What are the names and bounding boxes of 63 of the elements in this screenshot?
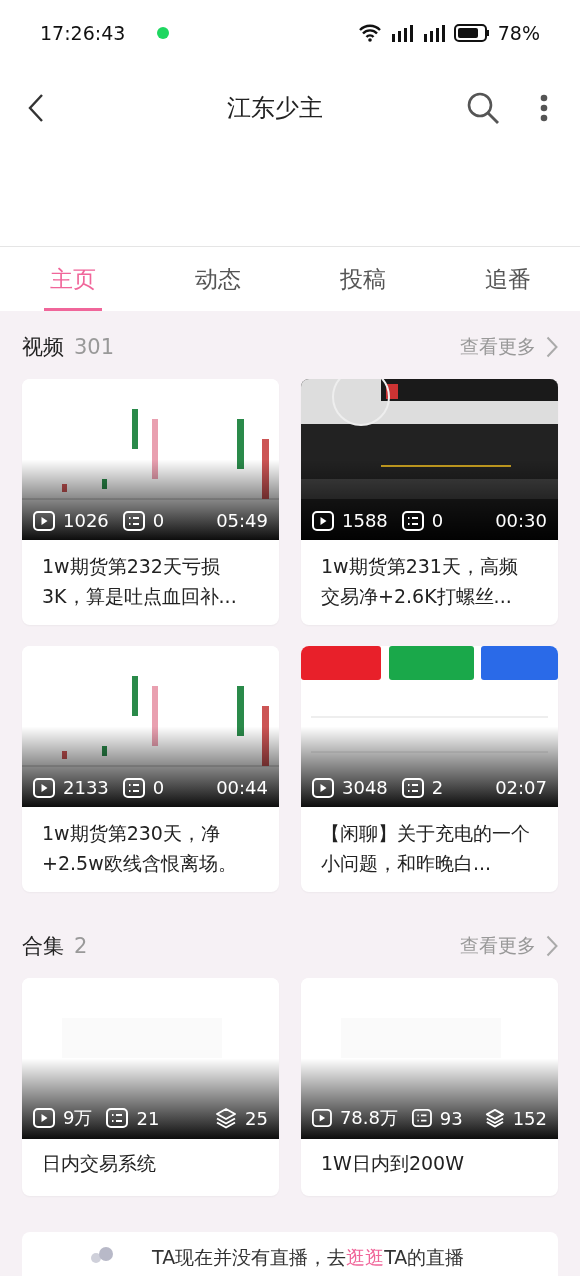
tab[interactable]: 投稿: [290, 247, 435, 311]
view-count: 9万: [63, 1106, 93, 1130]
search-icon[interactable]: [466, 90, 500, 125]
video-title: 1w期货第232天亏损3K，算是吐点血回补...: [41, 554, 238, 609]
comment-count: 93: [439, 1107, 463, 1129]
battery-icon: [453, 23, 490, 42]
video-card[interactable]: 78.8万 93 152 1W日内到200W: [301, 978, 558, 1196]
comment-icon: [122, 510, 145, 531]
video-duration: 00:44: [216, 777, 268, 798]
video-card[interactable]: 3048 2 02:07 【闲聊】关于充电的一个小问题，和昨晚白...: [301, 646, 558, 892]
comment-count: 0: [152, 777, 165, 798]
comment-icon: [401, 777, 424, 798]
video-duration: 02:07: [495, 777, 547, 798]
comment-count: 2: [431, 777, 444, 798]
video-title: 1w期货第231天，高频交易净+2.6K打螺丝...: [320, 554, 519, 609]
message-app-icon: [157, 26, 170, 39]
view-count: 78.8万: [339, 1106, 398, 1130]
layers-icon: [484, 1107, 505, 1129]
play-icon: [33, 510, 55, 531]
video-card[interactable]: 1588 0 00:30 1w期货第231天，高频交易净+2.6K打螺丝...: [301, 379, 558, 625]
video-card[interactable]: 2133 0 00:44 1w期货第230天，净+2.5w欧线含恨离场。: [22, 646, 279, 892]
view-count: 2133: [63, 777, 109, 798]
comment-count: 0: [152, 510, 165, 531]
play-icon: [33, 777, 55, 798]
video-duration: 05:49: [216, 510, 268, 531]
play-icon: [312, 510, 334, 531]
tab[interactable]: 追番: [435, 247, 580, 311]
comment-icon: [411, 1108, 432, 1128]
wifi-icon: [357, 23, 382, 42]
play-icon: [312, 1108, 332, 1128]
layers-icon: [215, 1107, 238, 1129]
episode-count: 25: [245, 1107, 268, 1129]
page-title: 江东少主: [226, 92, 324, 124]
signal-icon: [389, 23, 414, 42]
section-count: 301: [74, 335, 115, 359]
section-title: 视频: [22, 334, 64, 361]
play-icon: [312, 777, 334, 798]
video-card[interactable]: 1026 0 05:49 1w期货第232天亏损3K，算是吐点血回补...: [22, 379, 279, 625]
comment-icon: [106, 1108, 129, 1128]
video-title: 1w期货第230天，净+2.5w欧线含恨离场。: [41, 821, 238, 876]
section-count: 2: [74, 934, 88, 958]
section-title: 合集: [22, 933, 64, 960]
battery-level: 78%: [497, 21, 540, 44]
view-count: 3048: [342, 777, 388, 798]
comment-count: 0: [431, 510, 444, 531]
view-count: 1026: [63, 510, 109, 531]
play-icon: [33, 1108, 55, 1128]
video-title: 1W日内到200W: [320, 1151, 465, 1176]
video-title: 日内交易系统: [41, 1151, 157, 1176]
live-notice-text: TA现在并没有直播，去逛逛TA的直播: [152, 1246, 465, 1268]
signal-icon: [421, 23, 446, 42]
comment-icon: [122, 777, 145, 798]
more-icon[interactable]: [540, 93, 548, 122]
video-duration: 00:30: [495, 510, 547, 531]
episode-count: 152: [512, 1107, 547, 1129]
comment-icon: [401, 510, 424, 531]
back-icon[interactable]: [28, 93, 44, 122]
status-time: 17:26:43: [40, 21, 126, 44]
tab[interactable]: 动态: [145, 247, 290, 311]
view-count: 1588: [342, 510, 388, 531]
video-card[interactable]: 9万 21 25 日内交易系统: [22, 978, 279, 1196]
video-title: 【闲聊】关于充电的一个小问题，和昨晚白...: [320, 821, 531, 876]
comment-count: 21: [136, 1107, 160, 1129]
